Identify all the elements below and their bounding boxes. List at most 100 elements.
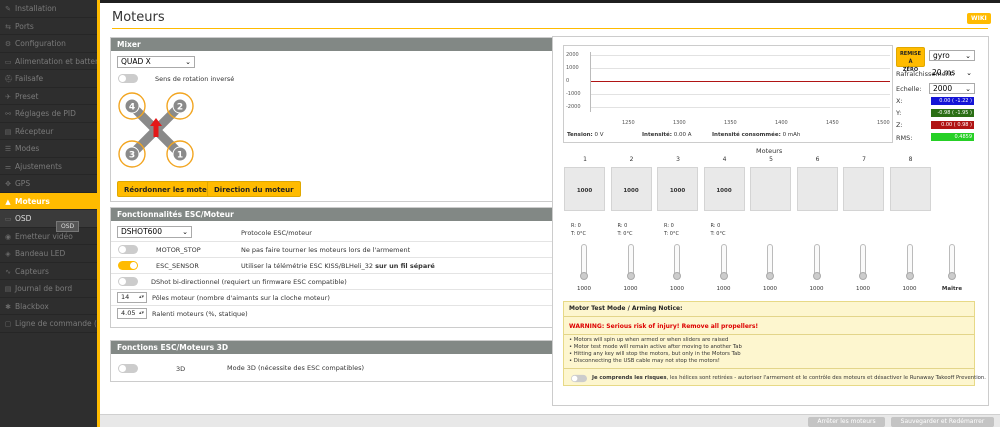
motor-temp: T: 0°C xyxy=(711,231,726,237)
slider-value: 1000 xyxy=(716,286,731,292)
stop-motors-button[interactable]: Arrêter les moteurs xyxy=(808,417,885,427)
slider-knob[interactable] xyxy=(905,272,914,280)
mode-3d-toggle[interactable] xyxy=(118,364,138,373)
sensor-graph: 2000 1000 0 -1000 -2000 1250 1300 1350 1400 1450 1… xyxy=(563,45,893,143)
motor-rpm: R: 0 xyxy=(711,223,721,229)
chevron-down-icon: ⌄ xyxy=(965,85,971,93)
motor-value-box: 1000 xyxy=(657,167,698,211)
sidebar-item[interactable]: ⇆ Ports xyxy=(0,18,97,35)
plug-icon: ⇆ xyxy=(5,22,11,31)
sensor-select[interactable]: gyro ⌄ xyxy=(929,50,975,61)
wiki-button[interactable]: WIKI xyxy=(967,13,991,24)
motor-direction-button[interactable]: Direction du moteur xyxy=(207,181,301,197)
motor-poles-input[interactable]: 14 ▴▾ xyxy=(117,292,147,303)
slider-knob[interactable] xyxy=(673,272,681,280)
slider-knob[interactable] xyxy=(719,272,728,280)
motor-number-3: 3 xyxy=(129,151,135,161)
esc-sensor-desc-bold: sur un fil séparé xyxy=(375,262,435,270)
mixer-select-value: QUAD X xyxy=(121,57,151,66)
mixer-select[interactable]: QUAD X ⌄ xyxy=(117,56,195,68)
sidebar-item-label: Blackbox xyxy=(15,301,49,311)
motor-temp: T: 0°C xyxy=(664,231,679,237)
slider-knob[interactable] xyxy=(766,272,774,280)
slider-knob[interactable] xyxy=(812,272,821,280)
temp-value: 0°C xyxy=(576,231,586,237)
sidebar-item[interactable]: ⚯ Réglages de PID xyxy=(0,105,97,123)
rpm-label: R: xyxy=(571,223,577,229)
understand-risks-toggle[interactable] xyxy=(571,374,587,383)
sliders-icon: ⚌ xyxy=(4,162,12,171)
esc-protocol-label: Protocole ESC/moteur xyxy=(241,229,312,237)
bidir-dshot-toggle[interactable] xyxy=(118,277,138,286)
reverse-rotation-toggle[interactable] xyxy=(118,74,138,83)
save-reboot-button[interactable]: Sauvegarder et Redémarrer xyxy=(891,417,994,427)
sidebar-item[interactable]: ⛑ Failsafe xyxy=(0,70,97,88)
reset-button[interactable]: REMISE À ZÉRO xyxy=(896,47,925,73)
sidebar-item-label: Réglages de PID xyxy=(15,109,76,118)
sidebar-item[interactable]: ▭ Alimentation et batterie xyxy=(0,53,97,70)
sidebar-item[interactable]: ⚌ Ajustements xyxy=(0,158,97,175)
sidebar-item-label: Modes xyxy=(15,144,40,153)
sidebar-item-label: GPS xyxy=(15,179,31,188)
sidebar-item[interactable]: ▲ Moteurs xyxy=(0,192,97,210)
motor-stop-toggle[interactable] xyxy=(118,245,138,254)
sidebar-item[interactable]: ✥ GPS xyxy=(0,175,97,193)
motor-value: 1000 xyxy=(576,188,593,194)
gridline xyxy=(590,55,890,56)
sensor-select-value: gyro xyxy=(933,51,950,60)
gridline xyxy=(590,68,890,69)
motor-rpm: R: 0 xyxy=(618,223,628,229)
sidebar-item[interactable]: ▤ Journal de bord xyxy=(0,280,97,298)
sidebar-item-label: Récepteur xyxy=(15,126,54,136)
notice-warning: WARNING: Serious risk of injury! Remove … xyxy=(569,323,759,330)
slider-knob[interactable] xyxy=(626,272,635,280)
video-icon: ◉ xyxy=(4,232,12,241)
slider-knob[interactable] xyxy=(859,272,867,280)
sidebar-item[interactable]: ◈ Bandeau LED xyxy=(0,245,97,263)
sidebar-item[interactable]: ⚙ Configuration xyxy=(0,35,97,53)
motor-number: 4 xyxy=(722,156,727,163)
scale-select[interactable]: 2000 ⌄ xyxy=(929,83,975,94)
esc-sensor-label: ESC_SENSOR xyxy=(156,262,199,270)
motor-value: 1000 xyxy=(716,188,732,194)
tension-label: Tension: xyxy=(567,132,593,138)
rms-label: RMS: xyxy=(896,134,913,142)
page-title: Moteurs xyxy=(112,10,165,25)
sidebar-item[interactable]: ▤ Récepteur xyxy=(0,123,97,140)
gear-icon: ⚙ xyxy=(4,40,12,48)
slider-knob[interactable] xyxy=(580,272,588,280)
slider-knob[interactable] xyxy=(948,272,956,280)
gridline xyxy=(590,107,890,108)
motor-number: 2 xyxy=(629,156,634,163)
esc-sensor-toggle[interactable] xyxy=(118,261,138,270)
sidebar-item[interactable]: ∿ Capteurs xyxy=(0,263,97,280)
sidebar-item[interactable]: ◉ Emetteur vidéo xyxy=(0,228,97,245)
sidebar-item[interactable]: ✈ Preset xyxy=(0,88,97,105)
sidebar-item-label: Installation xyxy=(15,4,57,13)
sidebar-item[interactable]: ☰ Modes xyxy=(0,140,97,158)
sidebar-item[interactable]: ✎ Installation xyxy=(0,0,97,18)
motor-idle-input[interactable]: 4.05 ▴▾ xyxy=(117,308,147,319)
slider-value: 1000 xyxy=(577,286,591,292)
preset-icon: ✈ xyxy=(5,92,11,101)
x-tick-label: 1300 xyxy=(673,120,686,126)
mode-3d-desc: Mode 3D (nécessite des ESC compatibles) xyxy=(227,364,365,372)
osd-icon: ▭ xyxy=(4,215,12,223)
rpm-value: 0 xyxy=(624,223,628,229)
sidebar-item-label: Moteurs xyxy=(15,196,50,206)
bottom-toolbar: Arrêter les moteurs Sauvegarder et Redém… xyxy=(100,414,1000,427)
quad-diagram: 4 2 3 1 xyxy=(118,92,194,168)
sidebar-item[interactable]: ✱ Blackbox xyxy=(0,298,97,315)
sensor-icon: ∿ xyxy=(5,267,11,276)
receiver-icon: ▤ xyxy=(4,127,12,136)
y-tick-label: -2000 xyxy=(566,104,581,110)
esc-protocol-select[interactable]: DSHOT600 ⌄ xyxy=(117,226,192,238)
sidebar-item-label: Preset xyxy=(15,91,39,101)
sidebar-item[interactable]: ▢Ligne de commande (CLI) xyxy=(0,315,97,333)
motor-temp: T: 0°C xyxy=(571,231,586,237)
sidebar-item[interactable]: ▭ OSD xyxy=(0,210,97,228)
motors-title: Moteurs xyxy=(756,147,783,155)
motor-number-2: 2 xyxy=(177,103,183,113)
slider-value: 1000 xyxy=(809,286,824,292)
refresh-select[interactable]: 20 ms ⌄ xyxy=(929,68,975,79)
